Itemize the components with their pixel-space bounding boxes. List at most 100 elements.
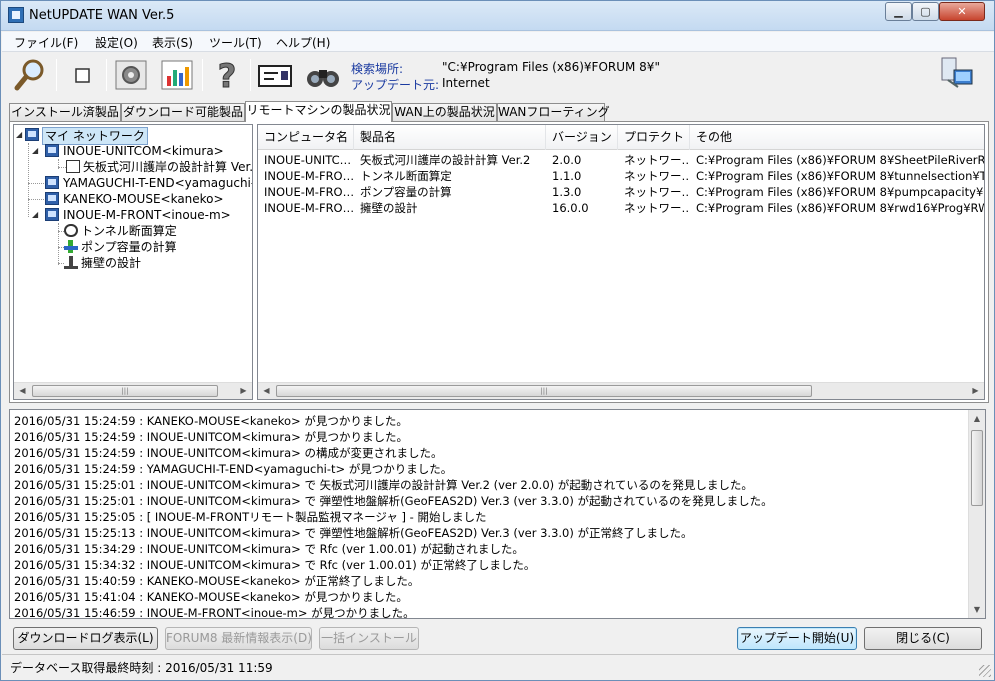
log-vscrollbar[interactable]: ▲ ▼ — [968, 410, 985, 618]
binoculars-icon[interactable] — [304, 56, 342, 94]
stop-icon[interactable] — [64, 56, 102, 94]
tree-node-label: INOUE-UNITCOM<kimura> — [63, 144, 224, 158]
scroll-left-icon[interactable]: ◀ — [14, 383, 31, 399]
close-button[interactable]: 閉じる(C) — [864, 627, 982, 650]
computer-icon — [45, 192, 59, 205]
menu-view[interactable]: 表示(S) — [152, 34, 193, 51]
tab-wan-floating[interactable]: WANフローティング — [497, 103, 610, 121]
search-icon[interactable] — [12, 56, 50, 94]
forum8-info-button[interactable]: FORUM8 最新情報表示(D) — [165, 627, 312, 650]
table-row[interactable]: INOUE-M-FRO… トンネル断面算定 1.1.0 ネットワー… C:¥Pr… — [258, 168, 984, 184]
search-location-label: 検索場所: — [351, 62, 404, 76]
download-log-button[interactable]: ダウンロードログ表示(L) — [13, 627, 158, 650]
update-source-label: アップデート元: — [351, 78, 440, 92]
menu-bar: ファイル(F) 設定(O) 表示(S) ツール(T) ヘルプ(H) — [2, 32, 994, 52]
scroll-up-icon[interactable]: ▲ — [969, 410, 985, 427]
log-line: 2016/05/31 15:24:59 : KANEKO-MOUSE<kanek… — [14, 414, 408, 428]
bulk-install-button[interactable]: 一括インストール — [319, 627, 419, 650]
table-hscrollbar[interactable]: ◀ ||| ▶ — [258, 382, 984, 399]
status-value: 2016/05/31 11:59 — [165, 661, 273, 675]
scroll-thumb[interactable]: ||| — [32, 385, 218, 397]
menu-tools[interactable]: ツール(T) — [209, 34, 262, 51]
menu-settings[interactable]: 設定(O) — [95, 34, 138, 51]
tab-strip: インストール済製品 ダウンロード可能製品 リモートマシンの製品状況 WAN上の製… — [9, 101, 989, 122]
collapse-icon[interactable]: ◢ — [16, 131, 23, 139]
collapse-icon[interactable]: ◢ — [32, 147, 39, 155]
log-line: 2016/05/31 15:25:01 : INOUE-UNITCOM<kimu… — [14, 494, 773, 508]
pump-icon — [64, 240, 78, 253]
log-line: 2016/05/31 15:24:59 : INOUE-UNITCOM<kimu… — [14, 446, 443, 460]
tab-downloadable[interactable]: ダウンロード可能製品 — [121, 103, 245, 121]
main-window: NetUPDATE WAN Ver.5 ▁ ▢ ✕ ファイル(F) 設定(O) … — [0, 0, 995, 681]
menu-file[interactable]: ファイル(F) — [14, 34, 78, 51]
log-line: 2016/05/31 15:25:05 : [ INOUE-M-FRONTリモー… — [14, 510, 487, 524]
scroll-thumb[interactable] — [971, 430, 983, 506]
status-text: データベース取得最終時刻 : 2016/05/31 11:59 — [10, 659, 273, 676]
svg-text:?: ? — [218, 57, 237, 94]
column-header[interactable]: コンピュータ名 — [258, 125, 354, 150]
products-table[interactable]: コンピュータ名 製品名 バージョン プロテクト その他 INOUE-UNITC…… — [257, 124, 985, 400]
log-line: 2016/05/31 15:24:59 : INOUE-UNITCOM<kimu… — [14, 430, 408, 444]
tree-hscrollbar[interactable]: ◀ ||| ▶ — [14, 382, 252, 399]
title-bar[interactable]: NetUPDATE WAN Ver.5 ▁ ▢ ✕ — [1, 1, 994, 31]
update-source-value: Internet — [442, 76, 490, 90]
scroll-thumb[interactable]: ||| — [276, 385, 812, 397]
tree-leaf-label: 擁壁の設計 — [81, 256, 142, 270]
toolbar: ? 検索場所: "C:¥Program Files (x86)¥FORUM 8¥… — [2, 53, 994, 99]
tab-remote-machines[interactable]: リモートマシンの製品状況 — [245, 101, 392, 122]
minimize-button[interactable]: ▁ — [885, 2, 912, 21]
menu-help[interactable]: ヘルプ(H) — [276, 34, 330, 51]
log-line: 2016/05/31 15:34:32 : INOUE-UNITCOM<kimu… — [14, 558, 536, 572]
chart-icon[interactable] — [158, 56, 196, 94]
scroll-down-icon[interactable]: ▼ — [969, 601, 985, 618]
table-row[interactable]: INOUE-UNITC… 矢板式河川護岸の設計計算 Ver.2 2.0.0 ネッ… — [258, 152, 984, 168]
computer-icon — [45, 208, 59, 221]
app-icon — [8, 7, 24, 23]
column-header[interactable]: 製品名 — [354, 125, 546, 150]
tree-leaf-label: トンネル断面算定 — [81, 224, 177, 238]
table-row[interactable]: INOUE-M-FRO… ポンプ容量の計算 1.3.0 ネットワー… C:¥Pr… — [258, 184, 984, 200]
network-tree[interactable]: ◢ マイ ネットワーク ◢ INOUE-UNITCOM<kimura> 矢板式河… — [13, 124, 253, 400]
table-row[interactable]: INOUE-M-FRO… 擁壁の設計 16.0.0 ネットワー… C:¥Prog… — [258, 200, 984, 216]
log-line: 2016/05/31 15:40:59 : KANEKO-MOUSE<kanek… — [14, 574, 420, 588]
status-label: データベース取得最終時刻 — [10, 661, 154, 675]
tab-wan-products[interactable]: WAN上の製品状況 — [392, 103, 497, 121]
table-header: コンピュータ名 製品名 バージョン プロテクト その他 — [258, 125, 984, 150]
status-separator: : — [153, 661, 166, 675]
log-line: 2016/05/31 15:34:29 : INOUE-UNITCOM<kimu… — [14, 542, 524, 556]
computer-icon — [45, 144, 59, 157]
network-status-icon[interactable] — [938, 54, 976, 92]
product-icon — [66, 160, 80, 173]
settings-icon[interactable] — [112, 56, 150, 94]
network-icon — [25, 128, 39, 141]
card-icon[interactable] — [256, 56, 294, 94]
tree-node-label: INOUE-M-FRONT<inoue-m> — [63, 208, 231, 222]
search-location-value: "C:¥Program Files (x86)¥FORUM 8¥" — [442, 60, 660, 74]
status-bar: データベース取得最終時刻 : 2016/05/31 11:59 — [2, 654, 994, 680]
log-panel[interactable]: 2016/05/31 15:24:59 : KANEKO-MOUSE<kanek… — [9, 409, 986, 619]
tab-installed[interactable]: インストール済製品 — [9, 103, 121, 121]
start-update-button[interactable]: アップデート開始(U) — [737, 627, 857, 650]
scroll-right-icon[interactable]: ▶ — [967, 383, 984, 399]
scroll-left-icon[interactable]: ◀ — [258, 383, 275, 399]
close-window-button[interactable]: ✕ — [939, 2, 985, 21]
tunnel-icon — [64, 224, 78, 237]
window-title: NetUPDATE WAN Ver.5 — [29, 8, 175, 23]
scroll-right-icon[interactable]: ▶ — [235, 383, 252, 399]
tree-node-label: YAMAGUCHI-T-END<yamaguchi-t> — [63, 176, 253, 190]
log-line: 2016/05/31 15:25:13 : INOUE-UNITCOM<kimu… — [14, 526, 693, 540]
column-header[interactable]: その他 — [690, 125, 984, 150]
column-header[interactable]: プロテクト — [618, 125, 690, 150]
retaining-wall-icon — [64, 256, 78, 269]
column-header[interactable]: バージョン — [546, 125, 618, 150]
help-icon[interactable]: ? — [208, 56, 246, 96]
tree-node-label: KANEKO-MOUSE<kaneko> — [63, 192, 224, 206]
collapse-icon[interactable]: ◢ — [32, 211, 39, 219]
log-line: 2016/05/31 15:46:59 : INOUE-M-FRONT<inou… — [14, 606, 415, 619]
maximize-button[interactable]: ▢ — [912, 2, 939, 21]
resize-grip-icon[interactable] — [979, 665, 991, 677]
log-line: 2016/05/31 15:41:04 : KANEKO-MOUSE<kanek… — [14, 590, 408, 604]
log-line: 2016/05/31 15:24:59 : YAMAGUCHI-T-END<ya… — [14, 462, 453, 476]
tree-leaf-label: ポンプ容量の計算 — [81, 240, 177, 254]
tree-leaf-label: 矢板式河川護岸の設計計算 Ver. — [83, 160, 253, 174]
